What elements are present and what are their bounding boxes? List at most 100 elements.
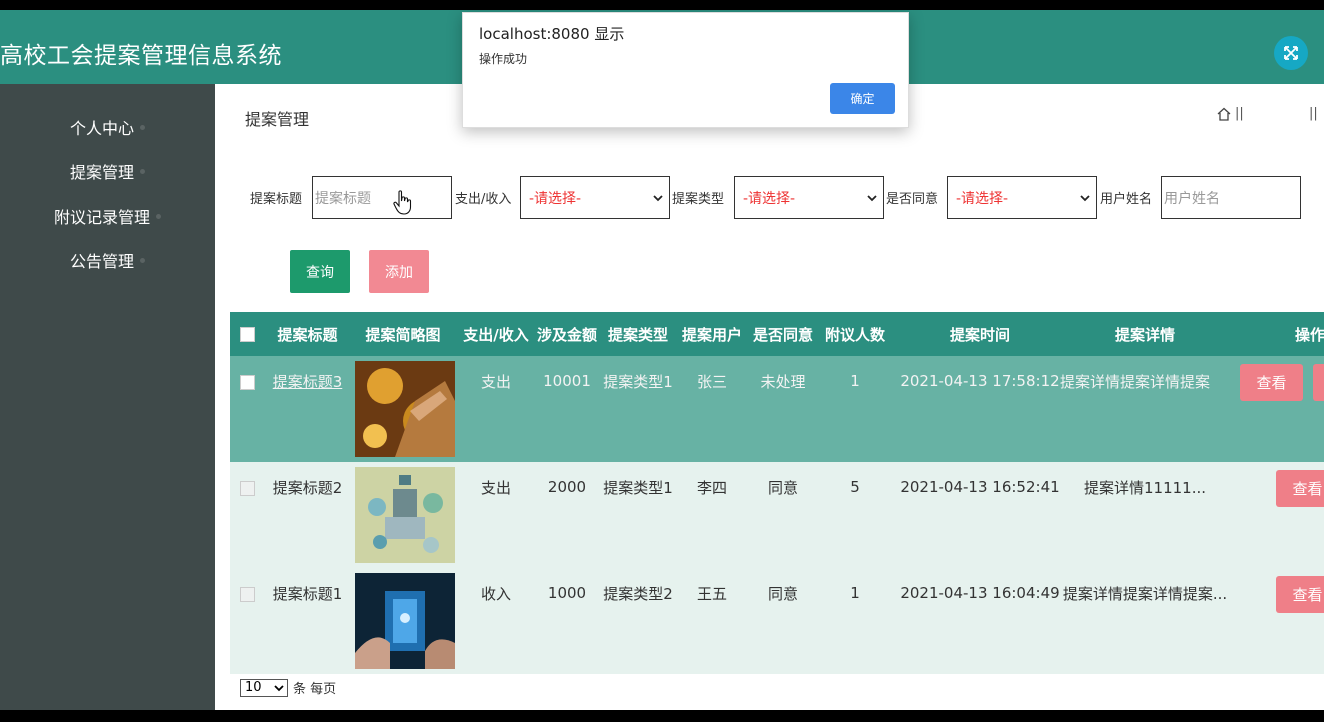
breadcrumb-separator: || — [1235, 106, 1244, 121]
user-filter-placeholder: 用户姓名 — [1164, 190, 1220, 207]
cell-type: 提案类型1 — [603, 372, 673, 391]
cell-endorse-count: 5 — [850, 478, 860, 496]
home-icon[interactable] — [1217, 107, 1231, 121]
menu-dot-icon — [140, 257, 145, 263]
hand-cursor-icon — [393, 190, 412, 215]
view-button[interactable]: 查看 — [1276, 576, 1324, 613]
col-header-endorse-count: 附议人数 — [824, 325, 885, 344]
chevron-down-icon — [653, 195, 663, 202]
col-header-title: 提案标题 — [277, 325, 338, 344]
col-header-time: 提案时间 — [949, 325, 1010, 344]
sidebar: 个人中心 提案管理 附议记录管理 公告管理 — [0, 84, 215, 710]
title-filter-label: 提案标题 — [250, 192, 303, 207]
chevron-down-icon — [1080, 195, 1090, 202]
row-checkbox[interactable] — [240, 481, 255, 496]
sidebar-item-personal-center[interactable]: 个人中心 — [0, 107, 215, 147]
title-filter-input[interactable]: 提案标题 — [312, 176, 452, 219]
chevron-down-icon — [867, 195, 877, 202]
cell-income: 支出 — [480, 372, 511, 391]
sidebar-item-proposal-management[interactable]: 提案管理 — [0, 151, 215, 191]
cell-detail: 提案详情提案详情提案... — [1062, 584, 1228, 603]
fullscreen-icon[interactable] — [1274, 36, 1308, 70]
menu-dot-icon — [140, 168, 145, 174]
cell-user: 王五 — [696, 584, 727, 603]
main-content: 提案管理 || || 提案标题 提案标题 支出/收入 -请选择- 提案类型 -请… — [215, 84, 1324, 710]
row-checkbox[interactable] — [240, 587, 255, 602]
cell-time: 2021-04-13 16:04:49 — [900, 584, 1060, 602]
type-filter-value: -请选择- — [743, 190, 796, 207]
view-button[interactable]: 查看 — [1240, 364, 1303, 401]
page-size-select[interactable]: 10 — [240, 678, 288, 697]
cell-time: 2021-04-13 17:58:12 — [900, 372, 1060, 390]
cell-detail: 提案详情提案详情提案 — [1060, 372, 1211, 391]
menu-dot-icon — [156, 213, 161, 219]
col-header-income: 支出/收入 — [463, 325, 529, 344]
sidebar-item-notice-management[interactable]: 公告管理 — [0, 240, 215, 280]
agree-filter-label: 是否同意 — [886, 192, 939, 207]
cell-amount: 10001 — [543, 372, 591, 390]
page-size-value: 10 — [245, 680, 262, 695]
title-filter-placeholder: 提案标题 — [315, 190, 371, 207]
cell-income: 支出 — [480, 478, 511, 497]
proposal-thumbnail — [355, 573, 455, 669]
proposal-table: 提案标题 提案简略图 支出/收入 涉及金额 提案类型 提案用户 是否同意 附议人… — [230, 312, 1324, 676]
table-row[interactable]: 提案标题2 支出 2000 提案类型1 李四 同意 5 2021-04-13 1… — [230, 462, 1324, 568]
proposal-thumbnail — [355, 467, 455, 563]
sidebar-item-label: 公告管理 — [69, 252, 134, 271]
sidebar-item-label: 提案管理 — [69, 163, 134, 182]
cell-amount: 2000 — [547, 478, 587, 496]
income-filter-value: -请选择- — [529, 190, 582, 207]
sidebar-item-label: 附议记录管理 — [53, 208, 150, 227]
add-button[interactable]: 添加 — [369, 250, 429, 293]
app-window: 高校工会提案管理信息系统 个人中心 提案管理 附议记录管理 公告管理 提案管理 … — [0, 10, 1324, 710]
app-title: 高校工会提案管理信息系统 — [0, 43, 282, 69]
page-title: 提案管理 — [245, 110, 310, 129]
type-filter-select[interactable]: -请选择- — [734, 176, 884, 219]
view-button[interactable]: 查看 — [1276, 470, 1324, 507]
col-header-user: 提案用户 — [681, 325, 742, 344]
cell-time: 2021-04-13 16:52:41 — [900, 478, 1060, 496]
proposal-thumbnail — [355, 361, 455, 457]
edit-button[interactable] — [1313, 364, 1324, 401]
table-row[interactable]: 提案标题1 收入 1000 提案类型2 王五 同意 1 2021-04-13 1… — [230, 568, 1324, 674]
user-filter-label: 用户姓名 — [1100, 192, 1153, 207]
col-header-amount: 涉及金额 — [536, 325, 597, 344]
cell-detail: 提案详情11111... — [1083, 478, 1207, 497]
cell-agree: 同意 — [767, 584, 798, 603]
cell-user: 张三 — [696, 372, 727, 391]
row-checkbox[interactable] — [240, 375, 255, 390]
dialog-ok-button[interactable]: 确定 — [830, 83, 895, 114]
page-size-suffix: 条 每页 — [293, 682, 337, 697]
agree-filter-select[interactable]: -请选择- — [947, 176, 1097, 219]
col-header-type: 提案类型 — [607, 325, 668, 344]
chevron-down-icon — [274, 684, 284, 691]
cell-type: 提案类型1 — [603, 478, 673, 497]
dialog-message: 操作成功 — [479, 52, 528, 66]
query-button[interactable]: 查询 — [290, 250, 350, 293]
select-all-checkbox[interactable] — [240, 327, 255, 342]
income-filter-label: 支出/收入 — [455, 192, 512, 207]
sidebar-item-label: 个人中心 — [69, 119, 134, 138]
col-header-thumbnail: 提案简略图 — [365, 325, 441, 344]
col-header-detail: 提案详情 — [1114, 325, 1175, 344]
cell-title[interactable]: 提案标题1 — [270, 568, 345, 618]
user-filter-input[interactable]: 用户姓名 — [1161, 176, 1301, 219]
alert-dialog: localhost:8080 显示 操作成功 确定 — [462, 12, 909, 128]
col-header-action: 操作 — [1294, 325, 1324, 344]
cell-type: 提案类型2 — [603, 584, 673, 603]
cell-agree: 同意 — [767, 478, 798, 497]
cell-endorse-count: 1 — [850, 372, 860, 390]
breadcrumb-separator: || — [1309, 106, 1318, 121]
table-row[interactable]: 提案标题3 支出 10001 提案类型1 张三 未处理 1 2021-04-13… — [230, 356, 1324, 462]
cell-agree: 未处理 — [760, 372, 806, 391]
menu-dot-icon — [140, 124, 145, 130]
cell-income: 收入 — [480, 584, 511, 603]
pagination: 10 条 每页 — [240, 678, 336, 697]
income-filter-select[interactable]: -请选择- — [520, 176, 670, 219]
cell-title[interactable]: 提案标题3 — [270, 356, 345, 406]
type-filter-label: 提案类型 — [672, 192, 725, 207]
cell-endorse-count: 1 — [850, 584, 860, 602]
sidebar-item-endorse-records[interactable]: 附议记录管理 — [0, 196, 215, 236]
cell-title[interactable]: 提案标题2 — [270, 462, 345, 512]
dialog-title: localhost:8080 显示 — [479, 25, 625, 43]
